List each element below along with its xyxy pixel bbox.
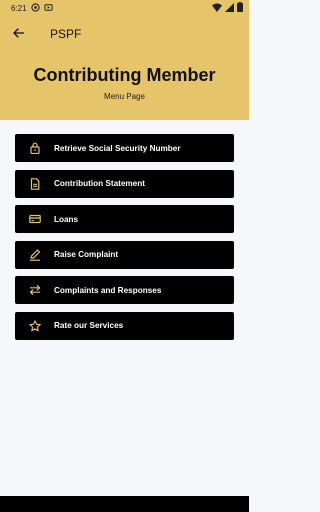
wifi-icon [212, 3, 222, 14]
battery-icon [237, 2, 243, 14]
signal-icon [225, 2, 234, 14]
header-band: Contributing Member Menu Page [0, 52, 249, 120]
menu-item-loans[interactable]: Loans [15, 205, 234, 233]
star-icon [28, 319, 42, 333]
menu-item-label: Complaints and Responses [54, 285, 162, 295]
menu-item-label: Raise Complaint [54, 250, 119, 259]
system-navigation-bar [0, 496, 249, 512]
status-left: 6:21 [11, 2, 53, 14]
status-time: 6:21 [11, 3, 27, 13]
lock-icon [28, 141, 42, 155]
menu-list: Retrieve Social Security Number Contribu… [15, 134, 234, 347]
page-title: Contributing Member [33, 65, 216, 85]
menu-item-contribution-statement[interactable]: Contribution Statement [15, 169, 234, 198]
page-subtitle: Menu Page [104, 92, 145, 101]
app-bar: PSPF [0, 16, 249, 52]
back-arrow-icon [12, 25, 24, 43]
swap-arrows-icon [28, 283, 42, 297]
app-notification-icon [30, 2, 40, 14]
menu-item-label: Rate our Services [54, 321, 124, 330]
app-title: PSPF [50, 27, 82, 41]
menu-item-raise-complaint[interactable]: Raise Complaint [15, 240, 234, 269]
menu-item-label: Retrieve Social Security Number [54, 143, 181, 153]
back-button[interactable] [2, 16, 34, 52]
menu-item-rate-services[interactable]: Rate our Services [15, 311, 234, 340]
status-bar: 6:21 [0, 0, 249, 16]
menu-item-retrieve-ssn[interactable]: Retrieve Social Security Number [15, 134, 234, 162]
menu-item-label: Loans [54, 214, 79, 224]
status-right [212, 2, 243, 14]
media-notification-icon [43, 3, 53, 14]
pencil-icon [28, 248, 42, 262]
card-icon [28, 212, 42, 226]
menu-item-label: Contribution Statement [54, 179, 145, 188]
document-icon [28, 177, 42, 191]
menu-item-complaints-responses[interactable]: Complaints and Responses [15, 276, 234, 304]
